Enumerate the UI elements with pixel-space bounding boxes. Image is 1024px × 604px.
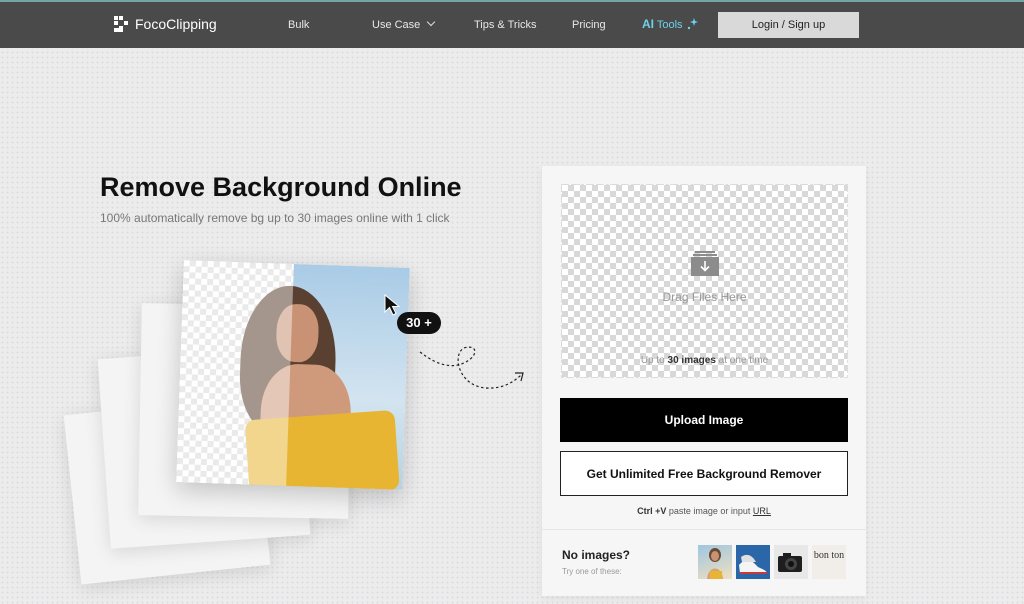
sample-photo	[176, 260, 410, 490]
nav-bulk[interactable]: Bulk	[288, 19, 309, 31]
logo-icon	[114, 16, 128, 32]
page-subtitle: 100% automatically remove bg up to 30 im…	[100, 211, 450, 225]
camera-thumb-graphic	[778, 553, 802, 572]
brand-name: FocoClipping	[135, 16, 217, 32]
url-input-link[interactable]: URL	[753, 506, 771, 516]
ai-tools-label: Tools	[656, 19, 683, 31]
cursor-icon	[384, 294, 401, 316]
drag-files-text: Drag Files Here	[662, 290, 747, 304]
panel-divider	[542, 529, 866, 530]
count-badge: 30 +	[397, 312, 441, 334]
nav-tips-tricks[interactable]: Tips & Tricks	[474, 19, 537, 31]
bonton-logo-text: bon ton	[813, 550, 845, 561]
nav-pricing[interactable]: Pricing	[572, 19, 606, 31]
shoes-thumb-graphic	[739, 554, 767, 574]
chevron-down-icon	[427, 17, 436, 27]
ai-prefix: AI	[642, 17, 654, 31]
paste-hint-text: paste image or input	[666, 506, 753, 516]
upload-limit-prefix: Up to	[640, 355, 668, 366]
paste-hint: Ctrl +V paste image or input URL	[542, 506, 866, 516]
login-signup-button[interactable]: Login / Sign up	[718, 12, 859, 38]
upload-limit-suffix: at one time	[715, 355, 769, 366]
sample-thumb-woman[interactable]	[698, 545, 732, 579]
brand-logo[interactable]: FocoClipping	[114, 16, 217, 32]
nav-ai-tools[interactable]: AI Tools	[642, 17, 698, 31]
page-title: Remove Background Online	[100, 172, 462, 202]
top-navbar: FocoClipping Bulk Use Case Tips & Tricks…	[0, 0, 1024, 48]
try-samples-text: Try one of these:	[562, 567, 622, 576]
sparkle-icon	[687, 18, 698, 30]
removed-overlay	[176, 260, 294, 486]
nav-use-case-label: Use Case	[372, 19, 421, 31]
upload-limit-count: 30 images	[667, 355, 716, 366]
sample-thumb-camera[interactable]	[774, 545, 808, 579]
sample-thumb-shoes[interactable]	[736, 545, 770, 579]
woman-thumb-graphic	[707, 548, 723, 579]
no-images-title: No images?	[562, 548, 631, 562]
upload-image-button[interactable]: Upload Image	[560, 398, 848, 442]
sample-thumb-bonton[interactable]: bon ton	[812, 545, 846, 579]
upload-limit-text: Up to 30 images at one time	[562, 355, 847, 366]
paste-shortcut: Ctrl +V	[637, 506, 667, 516]
nav-use-case[interactable]: Use Case	[372, 17, 436, 31]
dashed-arrow-icon	[419, 346, 524, 389]
drop-zone[interactable]: Drag Files Here Up to 30 images at one t…	[561, 184, 848, 378]
upload-folder-icon	[691, 251, 719, 276]
get-unlimited-button[interactable]: Get Unlimited Free Background Remover	[560, 451, 848, 496]
